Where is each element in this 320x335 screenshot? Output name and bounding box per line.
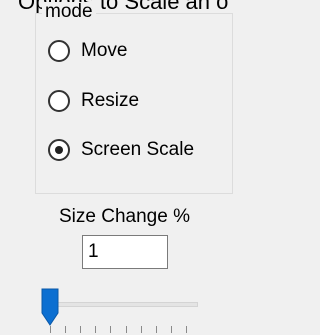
slider-tick (80, 326, 82, 333)
radio-resize-circle[interactable] (48, 90, 70, 112)
radio-move-label[interactable]: Move (81, 39, 127, 63)
radio-screen-scale[interactable]: Screen Scale (48, 135, 194, 165)
radio-screen-scale-label[interactable]: Screen Scale (81, 138, 194, 162)
slider-tick (140, 326, 142, 333)
size-change-label: Size Change % (59, 206, 190, 227)
slider-tick (155, 326, 157, 333)
scale-options-panel: Options to Scale an o mode Move Resize S… (0, 0, 260, 335)
radio-move[interactable]: Move (48, 36, 127, 66)
radio-move-circle[interactable] (48, 40, 70, 62)
slider-tick (170, 326, 172, 333)
radio-screen-scale-circle[interactable] (48, 139, 70, 161)
radio-screen-scale-dot (55, 146, 63, 154)
slider-tick (125, 326, 127, 333)
slider-tick (50, 326, 51, 333)
slider-tick (95, 326, 97, 333)
mode-groupbox: mode Move Resize Screen Scale (35, 2, 233, 194)
slider-tick (186, 326, 187, 333)
size-slider[interactable] (36, 285, 202, 335)
slider-thumb[interactable] (41, 288, 59, 326)
slider-tick (110, 326, 112, 333)
mode-group-label: mode (42, 2, 96, 22)
size-change-input[interactable] (82, 235, 168, 269)
slider-track[interactable] (50, 302, 198, 307)
radio-resize[interactable]: Resize (48, 86, 139, 116)
slider-tick (65, 326, 67, 333)
radio-resize-label[interactable]: Resize (81, 89, 139, 113)
